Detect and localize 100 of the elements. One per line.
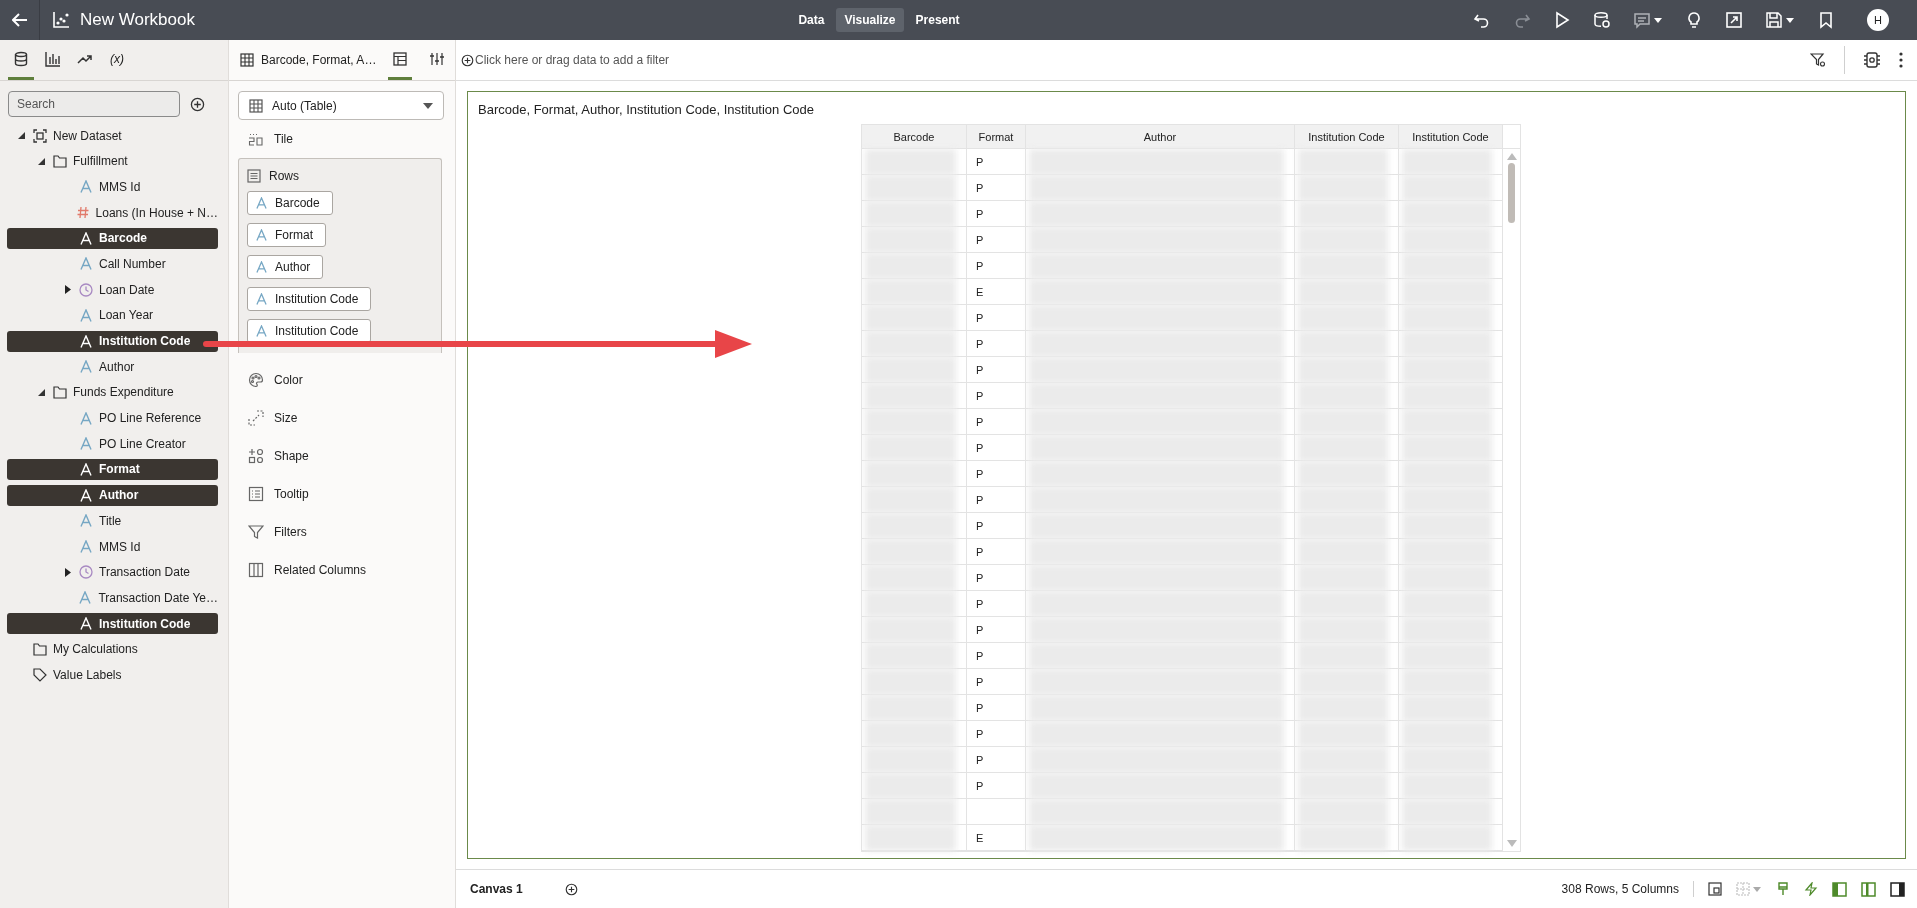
canvas-tab[interactable]: Canvas 1 <box>470 882 523 896</box>
text-attribute-icon <box>79 231 92 245</box>
column-header[interactable]: Format <box>967 125 1026 149</box>
lightbulb-icon[interactable] <box>1685 11 1703 29</box>
scroll-thumb[interactable] <box>1508 163 1515 223</box>
tag-icon <box>32 667 47 682</box>
size-section[interactable]: Size <box>238 399 446 437</box>
tree-item[interactable]: Value Labels <box>7 664 218 686</box>
folder-icon <box>52 385 67 399</box>
scroll-up-icon <box>1506 153 1517 160</box>
save-dropdown-icon[interactable] <box>1765 11 1795 29</box>
column-header[interactable]: Barcode <box>862 125 967 149</box>
filter-settings-icon[interactable] <box>1810 52 1826 68</box>
tree-item[interactable]: Funds Expenditure <box>7 381 218 403</box>
dataset-icon <box>32 128 47 143</box>
add-icon[interactable] <box>190 96 205 112</box>
mode-tab[interactable]: Present <box>907 8 968 32</box>
gear-icon[interactable] <box>1863 51 1881 69</box>
table-cell: P <box>967 357 1026 383</box>
sliders-icon <box>430 51 444 66</box>
middle-panel-icon[interactable] <box>1861 881 1876 897</box>
columns-icon <box>248 562 264 578</box>
database-icon <box>13 50 29 67</box>
tree-item[interactable]: Author <box>7 484 218 506</box>
text-attribute-icon <box>256 197 267 209</box>
table-cell: P <box>967 487 1026 513</box>
tree-item[interactable]: Title <box>7 510 218 532</box>
tree-item[interactable]: Format <box>7 458 218 480</box>
tile-section[interactable]: Tile <box>238 120 446 158</box>
color-section[interactable]: Color <box>238 361 446 399</box>
visualization-type-dropdown[interactable]: Auto (Table) <box>238 91 444 120</box>
text-attribute-icon <box>256 229 267 241</box>
column-header[interactable]: Author <box>1026 125 1295 149</box>
table-cell: E <box>967 279 1026 305</box>
table-cell: P <box>967 565 1026 591</box>
tree-item[interactable]: Author <box>7 356 218 378</box>
comment-dropdown-icon[interactable] <box>1633 11 1663 29</box>
lightning-icon[interactable] <box>1804 882 1818 896</box>
tree-item[interactable]: Transaction Date <box>7 561 218 583</box>
search-field[interactable]: Search <box>8 91 180 117</box>
tree-item[interactable]: Call Number <box>7 253 218 275</box>
play-icon[interactable] <box>1553 11 1571 29</box>
column-pill[interactable]: Institution Code <box>247 319 372 343</box>
mode-tab[interactable]: Visualize <box>836 8 904 32</box>
column-header[interactable]: Institution Code <box>1399 125 1503 149</box>
column-pill[interactable]: Author <box>247 255 324 279</box>
brush-icon[interactable] <box>1776 882 1790 896</box>
tree-item[interactable]: Transaction Date Ye… <box>7 587 218 609</box>
table-cell: P <box>967 643 1026 669</box>
column-pill[interactable]: Barcode <box>247 191 333 215</box>
tree-item[interactable]: Institution Code <box>7 613 218 635</box>
tooltip-section[interactable]: Tooltip <box>238 475 446 513</box>
tree-item[interactable]: MMS Id <box>7 536 218 557</box>
tree-item[interactable]: Loan Date <box>7 279 218 301</box>
list-icon <box>248 486 264 502</box>
database-refresh-icon[interactable] <box>1593 11 1611 29</box>
tile-icon <box>248 132 264 146</box>
tree-item[interactable]: PO Line Reference <box>7 407 218 429</box>
tree-item[interactable]: Barcode <box>7 227 218 249</box>
table-cell: P <box>967 721 1026 747</box>
table-icon <box>240 53 254 67</box>
tree-item[interactable]: Institution Code <box>7 330 218 352</box>
folder-icon <box>32 642 47 656</box>
clock-icon <box>78 282 93 297</box>
left-panel-icon[interactable] <box>1832 881 1847 897</box>
canvas-properties-icon[interactable] <box>1708 882 1722 896</box>
user-avatar[interactable]: H <box>1867 9 1889 31</box>
export-icon[interactable] <box>1725 11 1743 29</box>
table-cell: P <box>967 201 1026 227</box>
table-cell: P <box>967 305 1026 331</box>
related-section[interactable]: Related Columns <box>238 551 446 589</box>
column-pill[interactable]: Institution Code <box>247 287 372 311</box>
filter-drop-field[interactable]: Click here or drag data to add a filter <box>461 40 1792 80</box>
right-panel-icon[interactable] <box>1890 881 1905 897</box>
tree-item[interactable]: My Calculations <box>7 638 218 660</box>
tree-item[interactable]: New Dataset <box>7 125 218 146</box>
table-cell: P <box>967 513 1026 539</box>
shape-section[interactable]: Shape <box>238 437 446 475</box>
table-cell: P <box>967 253 1026 279</box>
back-arrow-icon <box>11 13 28 27</box>
column-header[interactable]: Institution Code <box>1295 125 1399 149</box>
filters-section[interactable]: Filters <box>238 513 446 551</box>
tree-item[interactable]: MMS Id <box>7 176 218 198</box>
text-attribute-icon <box>79 488 92 502</box>
tree-item[interactable]: PO Line Creator <box>7 433 218 455</box>
mode-tab[interactable]: Data <box>790 8 833 32</box>
tree-item[interactable]: Fulfillment <box>7 150 218 172</box>
tree-item[interactable]: Loans (In House + N… <box>7 202 218 224</box>
bookmark-icon[interactable] <box>1817 11 1835 29</box>
calculations-tab[interactable]: (x) <box>104 40 130 80</box>
resize-icon <box>248 410 264 426</box>
tree-item[interactable]: Loan Year <box>7 304 218 326</box>
text-attribute-icon <box>79 514 92 528</box>
more-icon[interactable] <box>1899 52 1903 68</box>
add-canvas-icon[interactable] <box>564 882 578 896</box>
clock-icon <box>78 565 93 580</box>
bar-chart-icon <box>45 50 61 67</box>
workbook-title: New Workbook <box>80 10 195 30</box>
column-pill[interactable]: Format <box>247 223 326 247</box>
text-attribute-icon <box>256 261 267 273</box>
